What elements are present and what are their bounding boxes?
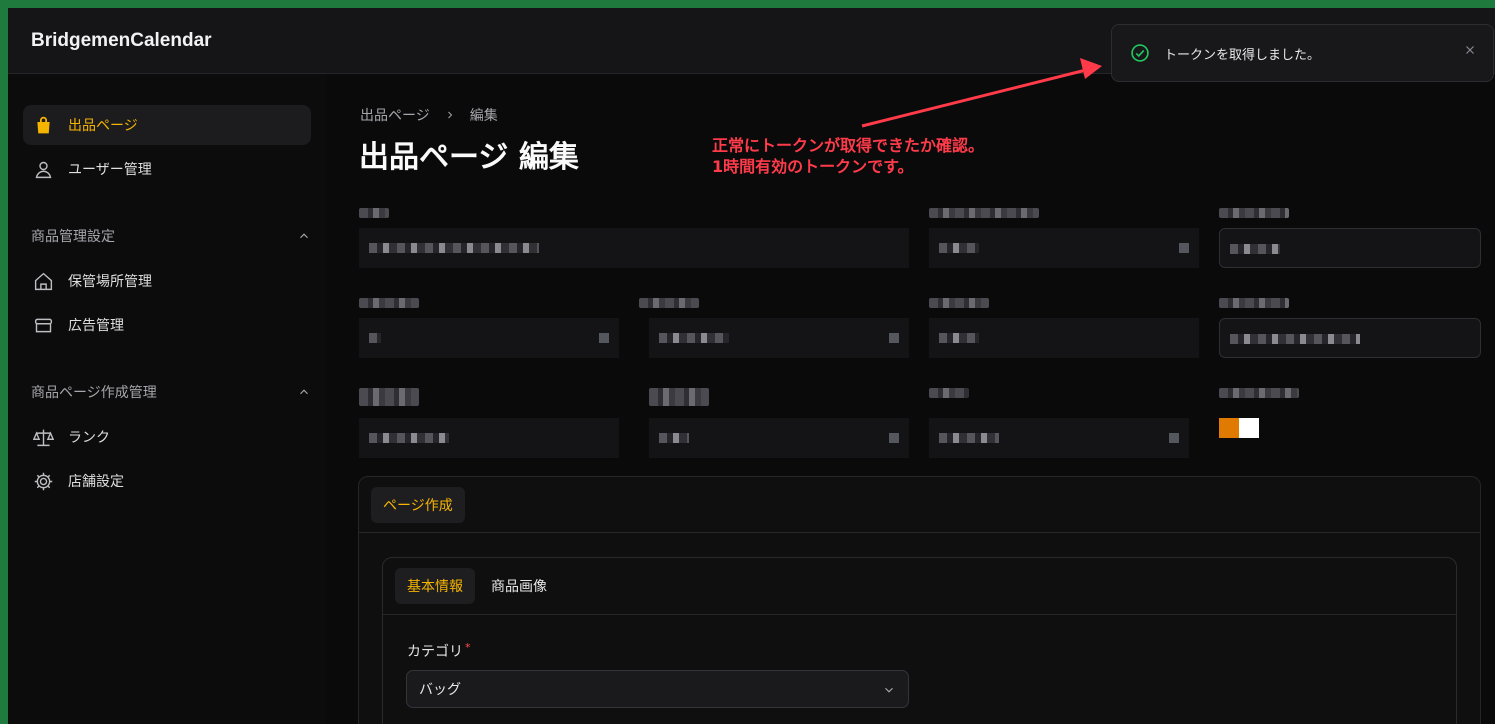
inner-tab-bar: 基本情報 商品画像 [383, 558, 1456, 615]
tab-basic-info[interactable]: 基本情報 [395, 568, 475, 604]
redacted-field[interactable] [359, 318, 619, 358]
redacted-label [639, 298, 699, 308]
sidebar-item-label: 出品ページ [68, 118, 138, 134]
category-select-value: バッグ [419, 682, 461, 698]
redacted-label [359, 388, 419, 406]
sidebar-item-store-settings[interactable]: 店舗設定 [23, 461, 311, 501]
window-frame-top [0, 0, 1495, 8]
sidebar-item-label: 保管場所管理 [68, 274, 152, 290]
sidebar-item-label: ユーザー管理 [68, 162, 152, 178]
scale-icon [33, 429, 54, 446]
sidebar-item-label: ランク [68, 430, 110, 446]
gear-icon [34, 472, 53, 490]
redacted-label [929, 298, 989, 308]
home-icon [34, 272, 53, 290]
sidebar: 出品ページ ユーザー管理 商品管理設定 保管場所管理 広告管理 商品ページ作成管… [8, 74, 326, 724]
tab-product-images[interactable]: 商品画像 [479, 568, 559, 604]
color-swatch[interactable] [1239, 418, 1259, 438]
sidebar-section-page-creation[interactable]: 商品ページ作成管理 [31, 381, 311, 403]
annotation-line-1: 正常にトークンが取得できたか確認。 [712, 136, 985, 155]
chevron-up-icon [300, 233, 308, 239]
sidebar-section-product-settings[interactable]: 商品管理設定 [31, 225, 311, 247]
redacted-label [929, 208, 1039, 218]
sidebar-item-label: 店舗設定 [68, 474, 124, 490]
toast-notification: トークンを取得しました。 [1111, 24, 1494, 82]
redacted-label [929, 388, 969, 398]
sidebar-item-user-management[interactable]: ユーザー管理 [23, 149, 311, 189]
toast-message: トークンを取得しました。 [1164, 47, 1321, 63]
breadcrumb: 出品ページ 編集 [360, 105, 498, 125]
redacted-field[interactable] [359, 228, 909, 268]
check-circle-icon [1131, 44, 1149, 62]
outer-tab-bar: ページ作成 [359, 477, 1480, 533]
shopping-bag-icon [37, 116, 50, 133]
color-swatch[interactable] [1219, 418, 1239, 438]
tab-page-creation[interactable]: ページ作成 [371, 487, 465, 523]
archive-icon [34, 318, 53, 332]
redacted-field[interactable] [1219, 228, 1481, 268]
redacted-label [1219, 388, 1299, 398]
redacted-label [1219, 208, 1289, 218]
chevron-up-icon [300, 389, 308, 395]
redacted-field[interactable] [649, 418, 909, 458]
category-label: カテゴリ * [407, 641, 471, 660]
breadcrumb-parent[interactable]: 出品ページ [360, 105, 430, 125]
redacted-label [1219, 298, 1289, 308]
page-title: 出品ページ 編集 [359, 140, 579, 175]
redacted-label [359, 208, 389, 218]
app-title[interactable]: BridgemenCalendar [31, 30, 212, 52]
sidebar-item-listing-page[interactable]: 出品ページ [23, 105, 311, 145]
sidebar-item-storage-management[interactable]: 保管場所管理 [23, 261, 311, 301]
category-select[interactable]: バッグ [406, 670, 909, 708]
redacted-field[interactable] [929, 318, 1199, 358]
redacted-field[interactable] [359, 418, 619, 458]
window-frame-left [0, 0, 8, 724]
chevron-right-icon [447, 111, 452, 119]
redacted-label [649, 388, 709, 406]
sidebar-item-ad-management[interactable]: 広告管理 [23, 305, 311, 345]
sidebar-item-label: 広告管理 [68, 318, 124, 334]
annotation-callout: 正常にトークンが取得できたか確認。 1時間有効のトークンです。 [712, 135, 984, 177]
sidebar-item-rank[interactable]: ランク [23, 417, 311, 457]
close-icon[interactable] [1463, 43, 1477, 57]
redacted-field[interactable] [649, 318, 909, 358]
chevron-down-icon [885, 687, 893, 693]
user-icon [35, 161, 52, 178]
required-mark: * [465, 641, 471, 654]
redacted-field[interactable] [929, 418, 1189, 458]
redacted-field[interactable] [1219, 318, 1481, 358]
redacted-field[interactable] [929, 228, 1199, 268]
breadcrumb-current: 編集 [469, 108, 498, 124]
annotation-line-2: 1時間有効のトークンです。 [712, 157, 914, 176]
redacted-label [359, 298, 419, 308]
